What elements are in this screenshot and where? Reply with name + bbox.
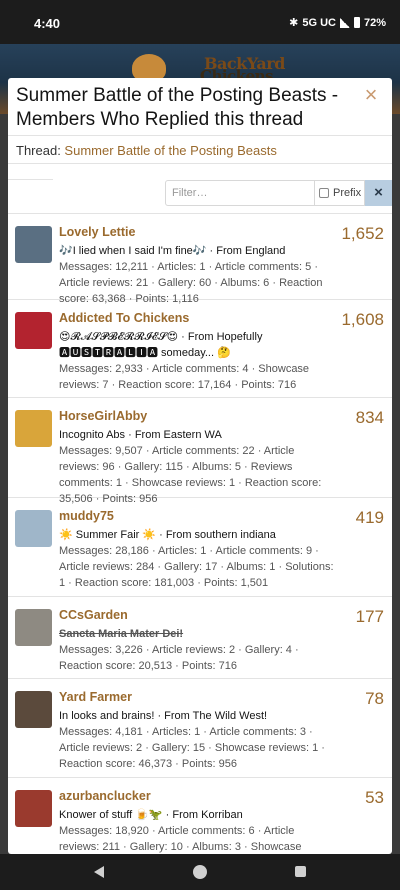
member-stats: Messages: 28,186 · Articles: 1 · Article… bbox=[59, 545, 334, 589]
member-title: Knower of stuff 🍺🦖 · From Korriban bbox=[59, 809, 243, 821]
member-name[interactable]: azurbanclucker bbox=[59, 788, 335, 805]
reply-count: 177 bbox=[355, 607, 384, 626]
member-title: ☀️ Summer Fair ☀️ · From southern indian… bbox=[59, 529, 276, 541]
bluetooth-icon: ✱ bbox=[289, 17, 299, 29]
avatar[interactable] bbox=[15, 510, 52, 547]
battery-icon bbox=[353, 17, 360, 28]
reply-count: 419 bbox=[355, 508, 384, 527]
thread-line: Thread: Summer Battle of the Posting Bea… bbox=[8, 136, 392, 164]
prefix-label: Prefix bbox=[333, 187, 362, 199]
member-title: 😍𝓡𝓐𝓢𝓟𝓑𝓔𝓡𝓡𝓘𝓔𝓢😍 · From Hopefully 🅰🆄🆂🆃🆁🅰🅻🅸🅰… bbox=[59, 331, 263, 359]
clear-filter-button[interactable]: × bbox=[365, 180, 392, 206]
members-replied-dialog: Summer Battle of the Posting Beasts - Me… bbox=[8, 78, 392, 854]
filter-bar: Filter… Prefix × bbox=[8, 164, 392, 214]
member-title: In looks and brains! · From The Wild Wes… bbox=[59, 710, 268, 722]
close-icon[interactable]: × bbox=[360, 84, 382, 106]
back-icon[interactable] bbox=[94, 866, 104, 878]
avatar[interactable] bbox=[15, 410, 52, 447]
member-title: Sancta Maria Mater Dei! bbox=[59, 628, 184, 640]
battery-percent: 72% bbox=[363, 16, 386, 29]
dialog-title: Summer Battle of the Posting Beasts - Me… bbox=[16, 85, 339, 130]
member-name[interactable]: CCsGarden bbox=[59, 607, 335, 624]
home-icon[interactable] bbox=[193, 865, 207, 879]
member-row[interactable]: azurbanclucker Knower of stuff 🍺🦖 · From… bbox=[8, 778, 392, 854]
system-nav-bar bbox=[0, 854, 400, 890]
member-row[interactable]: HorseGirlAbby Incognito Abs · From Easte… bbox=[8, 398, 392, 505]
member-row[interactable]: muddy75 ☀️ Summer Fair ☀️ · From souther… bbox=[8, 498, 392, 597]
thread-label: Thread: bbox=[16, 143, 65, 158]
member-info: Addicted To Chickens 😍𝓡𝓐𝓢𝓟𝓑𝓔𝓡𝓡𝓘𝓔𝓢😍 · Fro… bbox=[59, 310, 335, 393]
avatar[interactable] bbox=[15, 609, 52, 646]
member-info: HorseGirlAbby Incognito Abs · From Easte… bbox=[59, 408, 335, 507]
recent-apps-icon[interactable] bbox=[295, 866, 306, 877]
member-row[interactable]: CCsGarden Sancta Maria Mater Dei! Messag… bbox=[8, 597, 392, 679]
member-name[interactable]: muddy75 bbox=[59, 508, 335, 525]
member-stats: Messages: 2,933 · Article comments: 4 · … bbox=[59, 363, 310, 391]
member-info: Lovely Lettie 🎶I lied when I said I'm fi… bbox=[59, 224, 335, 307]
reply-count: 53 bbox=[365, 788, 384, 807]
member-row[interactable]: Addicted To Chickens 😍𝓡𝓐𝓢𝓟𝓑𝓔𝓡𝓡𝓘𝓔𝓢😍 · Fro… bbox=[8, 300, 392, 398]
status-bar: 4:40 ✱ 5G UC 72% bbox=[0, 0, 400, 44]
signal-icon bbox=[339, 17, 350, 28]
member-row[interactable]: Lovely Lettie 🎶I lied when I said I'm fi… bbox=[8, 214, 392, 305]
member-info: Yard Farmer In looks and brains! · From … bbox=[59, 689, 335, 772]
network-label: 5G UC bbox=[302, 16, 336, 29]
member-title: 🎶I lied when I said I'm fine🎶 · From Eng… bbox=[59, 245, 286, 257]
filter-input[interactable]: Filter… bbox=[165, 180, 315, 206]
member-name[interactable]: Yard Farmer bbox=[59, 689, 335, 706]
avatar[interactable] bbox=[15, 691, 52, 728]
member-name[interactable]: Addicted To Chickens bbox=[59, 310, 335, 327]
member-stats: Messages: 4,181 · Articles: 1 · Article … bbox=[59, 726, 325, 770]
member-title: Incognito Abs · From Eastern WA bbox=[59, 429, 222, 441]
member-stats: Messages: 3,226 · Article reviews: 2 · G… bbox=[59, 644, 299, 672]
member-name[interactable]: Lovely Lettie bbox=[59, 224, 335, 241]
status-time: 4:40 bbox=[34, 16, 61, 31]
member-stats: Messages: 18,920 · Article comments: 6 ·… bbox=[59, 825, 302, 853]
divider bbox=[8, 179, 53, 180]
thread-link[interactable]: Summer Battle of the Posting Beasts bbox=[64, 143, 276, 158]
reply-count: 78 bbox=[365, 689, 384, 708]
prefix-checkbox[interactable] bbox=[319, 188, 329, 198]
avatar[interactable] bbox=[15, 226, 52, 263]
member-info: CCsGarden Sancta Maria Mater Dei! Messag… bbox=[59, 607, 335, 674]
reply-count: 1,608 bbox=[341, 310, 384, 329]
member-name[interactable]: HorseGirlAbby bbox=[59, 408, 335, 425]
avatar[interactable] bbox=[15, 790, 52, 827]
member-info: azurbanclucker Knower of stuff 🍺🦖 · From… bbox=[59, 788, 335, 854]
reply-count: 834 bbox=[355, 408, 384, 427]
member-info: muddy75 ☀️ Summer Fair ☀️ · From souther… bbox=[59, 508, 335, 591]
reply-count: 1,652 bbox=[341, 224, 384, 243]
prefix-toggle[interactable]: Prefix bbox=[315, 180, 365, 206]
member-row[interactable]: Yard Farmer In looks and brains! · From … bbox=[8, 679, 392, 778]
dialog-header: Summer Battle of the Posting Beasts - Me… bbox=[8, 78, 392, 136]
avatar[interactable] bbox=[15, 312, 52, 349]
status-icons: ✱ 5G UC 72% bbox=[289, 16, 386, 30]
